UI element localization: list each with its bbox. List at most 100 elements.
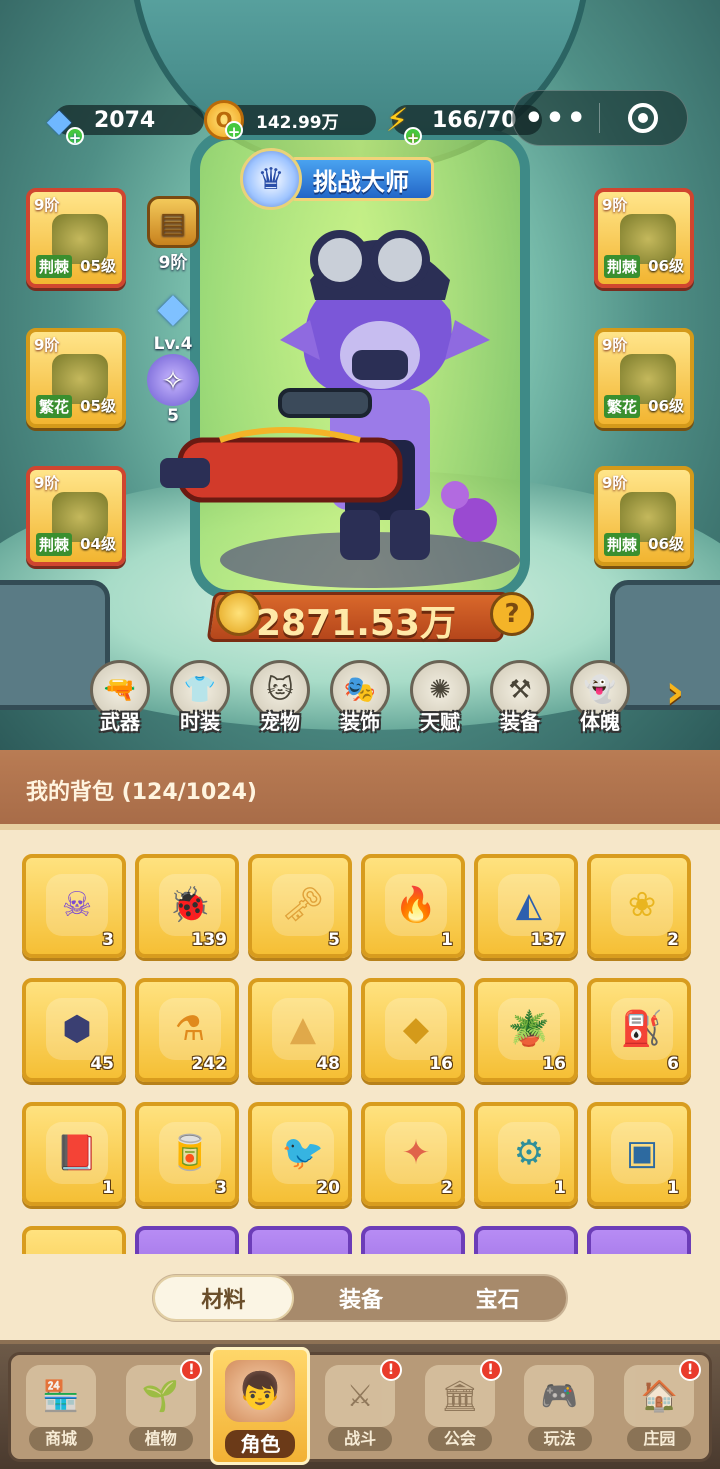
tab-weapon[interactable]: 🔫 武器: [80, 660, 160, 735]
bag-item[interactable]: [361, 1226, 465, 1254]
tab-equipment[interactable]: ⚒ 装备: [480, 660, 560, 735]
flower-pot-icon: 🪴: [498, 998, 560, 1060]
bag-item[interactable]: ✦ 2: [361, 1102, 465, 1206]
bag-item[interactable]: [587, 1226, 691, 1254]
bag-item[interactable]: 🪴 16: [474, 978, 578, 1082]
item-count: 3: [102, 930, 114, 950]
slot-tier: 9阶: [34, 196, 60, 214]
slot-set-tag: 繁花: [36, 395, 73, 418]
category-switcher: 材料 装备 宝石: [152, 1274, 568, 1322]
tab-physique[interactable]: 👻 体魄: [560, 660, 640, 735]
slot-tier: 9阶: [602, 196, 628, 214]
nav-label: 角色: [225, 1430, 296, 1458]
nav-shop[interactable]: 🏪 商城: [11, 1355, 111, 1459]
partial-item-icon: [46, 1246, 108, 1254]
bag-item[interactable]: [474, 1226, 578, 1254]
category-tab-2[interactable]: 装备: [293, 1276, 430, 1320]
prism-icon: ◭: [498, 874, 560, 936]
character-stage: ◆ + 2074 Q + 142.99万 ⚡ + 166/70 ••• ♛ 挑战大师 …: [0, 0, 720, 750]
coins-counter[interactable]: Q + 142.99万: [204, 100, 376, 141]
close-program-button[interactable]: [600, 103, 686, 133]
bag-item[interactable]: ◭ 137: [474, 854, 578, 958]
slot-level: 06级: [648, 257, 684, 275]
bag-item[interactable]: ▲ 48: [248, 978, 352, 1082]
crystal-shard-icon: ✦: [385, 1122, 447, 1184]
bag-item[interactable]: [135, 1226, 239, 1254]
bag-item[interactable]: ⚗ 242: [135, 978, 239, 1082]
bag-item[interactable]: 🐦 20: [248, 1102, 352, 1206]
bag-item[interactable]: ⬢ 45: [22, 978, 126, 1082]
tab-pet[interactable]: 🐱 宠物: [240, 660, 320, 735]
slot-set-tag: 繁花: [604, 395, 641, 418]
target-icon: [628, 103, 658, 133]
bag-item[interactable]: [248, 1226, 352, 1254]
tab-label: 装备: [500, 710, 540, 734]
tab-label: 武器: [100, 710, 140, 734]
hero-character[interactable]: [160, 190, 560, 600]
bag-item[interactable]: ❀ 2: [587, 854, 691, 958]
tab-outfit[interactable]: 👕 时装: [160, 660, 240, 735]
item-count: 2: [441, 1178, 453, 1198]
tab-decoration[interactable]: 🎭 装饰: [320, 660, 400, 735]
nav-manor[interactable]: 🏠 庄园!: [609, 1355, 709, 1459]
coin-icon: Q +: [204, 100, 244, 141]
gold-ore-icon: ◆: [385, 998, 447, 1060]
bag-item[interactable]: ◆ 16: [361, 978, 465, 1082]
bag-item[interactable]: 🔥 1: [361, 854, 465, 958]
slot-set-tag: 荆棘: [36, 255, 73, 278]
bag-item[interactable]: 🗝 5: [248, 854, 352, 958]
nav-battle[interactable]: ⚔ 战斗!: [310, 1355, 410, 1459]
slot-level: 06级: [648, 397, 684, 415]
bag-item[interactable]: ⛽ 6: [587, 978, 691, 1082]
chevron-right-icon[interactable]: ›: [652, 664, 698, 718]
nav-label: 玩法: [527, 1427, 592, 1451]
item-count: 48: [316, 1054, 340, 1074]
bag-item[interactable]: 🥫 3: [135, 1102, 239, 1206]
equipment-slot-right-2[interactable]: 9阶 繁花 06级: [594, 328, 694, 428]
nav-character[interactable]: 👦 角色: [210, 1347, 311, 1465]
partial-item-icon: [498, 1246, 560, 1254]
crown-icon: ♛: [240, 148, 302, 210]
help-button[interactable]: ?: [490, 592, 534, 636]
equipment-slot-left-2[interactable]: 9阶 繁花 05级: [26, 328, 126, 428]
item-count: 2: [667, 930, 679, 950]
item-count: 6: [667, 1054, 679, 1074]
nav-label: 公会: [427, 1427, 492, 1451]
bag-item[interactable]: ☠ 3: [22, 854, 126, 958]
tab-talent[interactable]: ✺ 天赋: [400, 660, 480, 735]
category-tab-3[interactable]: 宝石: [429, 1276, 566, 1320]
bag-panel[interactable]: ☠ 3 🐞 139 🗝 5 🔥 1 ◭ 137 ❀ 2 ⬢ 45 ⚗ 242 ▲ 48 ◆ 16 🪴 16 ⛽ 6 📕 1 🥫 3 🐦 2…: [0, 824, 720, 1254]
character-icon: 👦: [225, 1360, 296, 1422]
canned-food-icon: 🥫: [159, 1122, 221, 1184]
equipment-slot-left-3[interactable]: 9阶 荆棘 04级: [26, 466, 126, 566]
tab-label: 体魄: [580, 710, 620, 734]
category-tab-1[interactable]: 材料: [153, 1275, 294, 1321]
item-count: 1: [667, 1178, 679, 1198]
item-count: 139: [191, 930, 228, 950]
more-menu-button[interactable]: •••: [513, 101, 599, 136]
equipment-slot-right-1[interactable]: 9阶 荆棘 06级: [594, 188, 694, 288]
bottom-navigation: 🏪 商城 🌱 植物! 👦 角色 ⚔ 战斗! 🏛 公会! 🎮 玩法 🏠 庄园!: [0, 1340, 720, 1469]
notification-badge: !: [379, 1359, 402, 1381]
partial-item-icon: [611, 1246, 673, 1254]
skull-scroll-icon: ☠: [46, 874, 108, 936]
combat-power-value: 2871.53万: [256, 603, 456, 644]
bag-item[interactable]: 🐞 139: [135, 854, 239, 958]
bag-grid: ☠ 3 🐞 139 🗝 5 🔥 1 ◭ 137 ❀ 2 ⬢ 45 ⚗ 242 ▲ 48 ◆ 16 🪴 16 ⛽ 6 📕 1 🥫 3 🐦 2…: [22, 854, 691, 1254]
item-count: 242: [191, 1054, 228, 1074]
bag-item[interactable]: ▣ 1: [587, 1102, 691, 1206]
bag-item[interactable]: 📕 1: [22, 1102, 126, 1206]
nav-plant[interactable]: 🌱 植物!: [111, 1355, 211, 1459]
equipment-slot-left-1[interactable]: 9阶 荆棘 05级: [26, 188, 126, 288]
nav-gameplay[interactable]: 🎮 玩法: [510, 1355, 610, 1459]
bag-item[interactable]: [22, 1226, 126, 1254]
bag-item[interactable]: ⚙ 1: [474, 1102, 578, 1206]
flame-gem-icon: 🔥: [385, 874, 447, 936]
equipment-slot-right-3[interactable]: 9阶 荆棘 06级: [594, 466, 694, 566]
nav-guild[interactable]: 🏛 公会!: [410, 1355, 510, 1459]
nav-label: 商城: [29, 1427, 93, 1451]
rune-stone-icon: ⬢: [46, 998, 108, 1060]
gems-counter[interactable]: ◆ + 2074: [36, 100, 204, 147]
item-count: 1: [102, 1178, 114, 1198]
spell-book-icon: 📕: [46, 1122, 108, 1184]
